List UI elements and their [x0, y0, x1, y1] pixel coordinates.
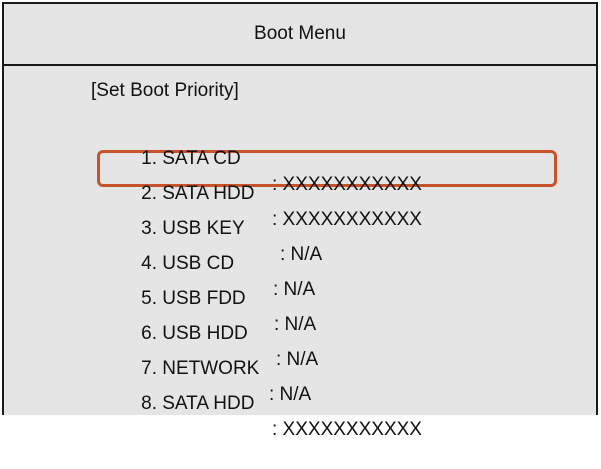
boot-item-sata-hdd-2[interactable]: 8. SATA HDD : XXXXXXXXXXX: [120, 365, 422, 440]
boot-item-usb-key[interactable]: 3. USB KEY : N/A: [120, 190, 322, 265]
boot-item-usb-hdd[interactable]: 6. USB HDD : N/A: [120, 295, 318, 370]
boot-item-usb-fdd[interactable]: 5. USB FDD : N/A: [120, 260, 316, 335]
boot-item-value: : XXXXXXXXXXX: [272, 419, 422, 440]
boot-item-sata-hdd[interactable]: 2. SATA HDD : XXXXXXXXXXX: [120, 155, 422, 230]
set-boot-priority-heading: [Set Boot Priority]: [91, 80, 239, 101]
boot-item-usb-cd[interactable]: 4. USB CD : N/A: [120, 225, 315, 300]
boot-item-sata-cd[interactable]: 1. SATA CD : XXXXXXXXXXX: [120, 120, 422, 195]
boot-item-value: : XXXXXXXXXXX: [272, 209, 422, 230]
boot-item-value: : N/A: [276, 349, 319, 370]
boot-item-value: : N/A: [273, 279, 316, 300]
boot-item-value: : N/A: [274, 314, 317, 335]
boot-item-label: 8. SATA HDD: [141, 393, 255, 414]
boot-menu-title: Boot Menu: [4, 4, 596, 66]
boot-menu-window: Boot Menu [Set Boot Priority] 1. SATA CD…: [2, 2, 598, 440]
boot-item-value: : XXXXXXXXXXX: [272, 174, 422, 195]
boot-item-value: : N/A: [269, 384, 312, 405]
boot-item-value: : N/A: [280, 244, 323, 265]
boot-item-network[interactable]: 7. NETWORK : N/A: [120, 330, 311, 405]
